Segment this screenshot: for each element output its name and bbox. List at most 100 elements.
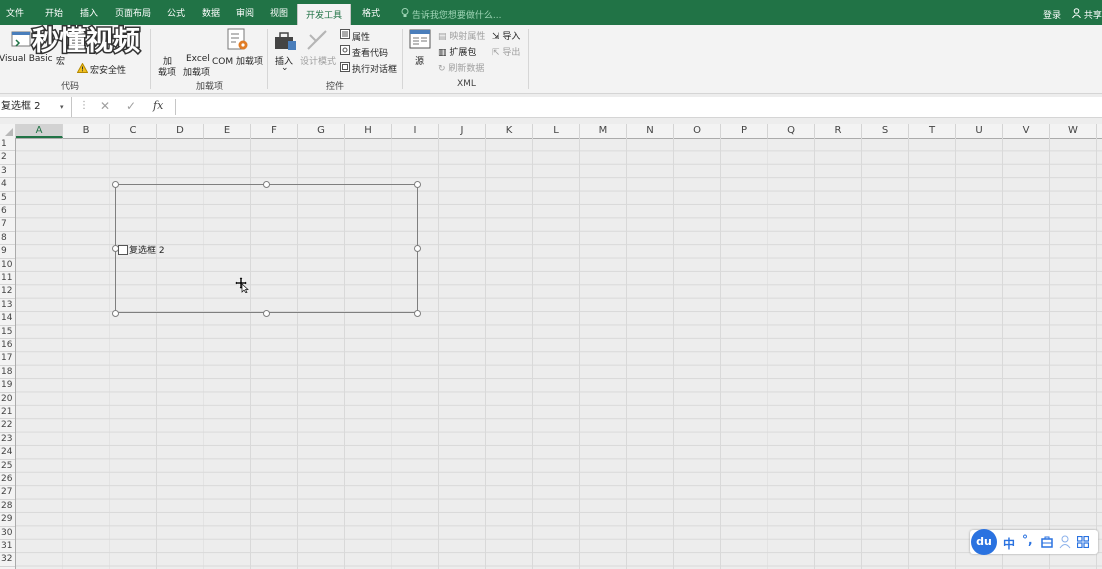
- com-addins-button[interactable]: COM 加载项: [212, 54, 263, 67]
- resize-handle-bottom-left[interactable]: [112, 310, 119, 317]
- tab-format[interactable]: 格式: [362, 0, 380, 25]
- column-header-o[interactable]: O: [674, 124, 721, 138]
- row-header-12[interactable]: 12: [0, 285, 15, 299]
- macro-security-button[interactable]: 宏安全性: [90, 63, 126, 76]
- row-header-9[interactable]: 9: [0, 245, 15, 259]
- com-addins-icon: [227, 28, 248, 50]
- column-header-w[interactable]: W: [1050, 124, 1097, 138]
- row-header-11[interactable]: 11: [0, 272, 15, 286]
- import-button[interactable]: ⇲ 导入: [492, 29, 520, 42]
- tab-view[interactable]: 视图: [270, 0, 288, 25]
- refresh-data-button[interactable]: ↻ 刷新数据: [438, 61, 484, 74]
- row-header-26[interactable]: 26: [0, 473, 15, 487]
- view-code-button[interactable]: 查看代码: [352, 46, 388, 59]
- row-header-1[interactable]: 1: [0, 138, 15, 152]
- ime-language-toggle[interactable]: 中: [1003, 535, 1015, 552]
- column-header-s[interactable]: S: [862, 124, 909, 138]
- row-header-23[interactable]: 23: [0, 433, 15, 447]
- column-header-b[interactable]: B: [63, 124, 110, 138]
- column-header-g[interactable]: G: [298, 124, 345, 138]
- share-button[interactable]: 共享: [1072, 8, 1102, 21]
- row-header-14[interactable]: 14: [0, 312, 15, 326]
- group-separator: [267, 29, 268, 89]
- export-button[interactable]: ⇱ 导出: [492, 45, 520, 58]
- row-header-15[interactable]: 15: [0, 326, 15, 339]
- tab-file[interactable]: 文件: [6, 0, 24, 25]
- row-header-18[interactable]: 18: [0, 366, 15, 380]
- excel-addins-button-line2[interactable]: 加载项: [183, 65, 210, 78]
- row-header-25[interactable]: 25: [0, 460, 15, 473]
- row-header-28[interactable]: 28: [0, 500, 15, 514]
- column-header-p[interactable]: P: [721, 124, 768, 138]
- name-box-dropdown-icon[interactable]: ▾: [60, 97, 64, 117]
- column-header-v[interactable]: V: [1003, 124, 1050, 138]
- design-mode-button[interactable]: 设计模式: [300, 54, 336, 67]
- column-header-q[interactable]: Q: [768, 124, 815, 138]
- column-header-k[interactable]: K: [486, 124, 533, 138]
- column-header-l[interactable]: L: [533, 124, 580, 138]
- row-header-2[interactable]: 2: [0, 151, 15, 165]
- map-properties-button[interactable]: ▤ 映射属性: [438, 29, 485, 42]
- enter-icon[interactable]: ✓: [126, 99, 136, 113]
- grid-menu-icon[interactable]: [1077, 536, 1089, 548]
- insert-function-button[interactable]: fx: [153, 99, 163, 112]
- row-header-19[interactable]: 19: [0, 379, 15, 393]
- row-header-24[interactable]: 24: [0, 446, 15, 460]
- row-header-7[interactable]: 7: [0, 218, 15, 232]
- row-header-31[interactable]: 31: [0, 540, 15, 554]
- select-all-corner[interactable]: [0, 124, 16, 138]
- row-header-6[interactable]: 6: [0, 205, 15, 219]
- row-header-13[interactable]: 13: [0, 299, 15, 313]
- checkbox[interactable]: [118, 245, 128, 255]
- column-header-e[interactable]: E: [204, 124, 251, 138]
- row-header-29[interactable]: 29: [0, 513, 15, 527]
- row-header-10[interactable]: 10: [0, 259, 15, 272]
- column-header-n[interactable]: N: [627, 124, 674, 138]
- column-header-h[interactable]: H: [345, 124, 392, 138]
- run-dialog-button[interactable]: 执行对话框: [352, 62, 397, 75]
- cancel-icon[interactable]: ✕: [100, 99, 110, 113]
- row-header-30[interactable]: 30: [0, 527, 15, 540]
- tab-review[interactable]: 审阅: [236, 0, 254, 25]
- addins-button-line2[interactable]: 载项: [158, 65, 176, 78]
- row-header-8[interactable]: 8: [0, 232, 15, 246]
- row-header-27[interactable]: 27: [0, 486, 15, 500]
- row-header-5[interactable]: 5: [0, 192, 15, 205]
- resize-handle-bottom[interactable]: [263, 310, 270, 317]
- resize-handle-top[interactable]: [263, 181, 270, 188]
- column-header-i[interactable]: I: [392, 124, 439, 138]
- column-header-u[interactable]: U: [956, 124, 1003, 138]
- toolbox-icon[interactable]: [1041, 536, 1053, 548]
- row-header-32[interactable]: 32: [0, 553, 15, 567]
- sign-in-link[interactable]: 登录: [1043, 8, 1061, 21]
- row-header-17[interactable]: 17: [0, 352, 15, 366]
- column-header-c[interactable]: C: [110, 124, 157, 138]
- column-header-d[interactable]: D: [157, 124, 204, 138]
- column-header-m[interactable]: M: [580, 124, 627, 138]
- punctuation-icon[interactable]: °,: [1022, 533, 1033, 547]
- column-header-a[interactable]: A: [16, 124, 63, 138]
- column-header-r[interactable]: R: [815, 124, 862, 138]
- formula-input[interactable]: [175, 99, 1101, 115]
- name-box[interactable]: 复选框 2 ▾: [0, 97, 72, 117]
- resize-handle-bottom-right[interactable]: [414, 310, 421, 317]
- resize-handle-top-right[interactable]: [414, 181, 421, 188]
- row-header-21[interactable]: 21: [0, 406, 15, 420]
- column-header-j[interactable]: J: [439, 124, 486, 138]
- resize-handle-right[interactable]: [414, 245, 421, 252]
- tab-developer[interactable]: 开发工具: [297, 4, 352, 25]
- tell-me-search[interactable]: 告诉我您想要做什么...: [401, 8, 501, 21]
- resize-handle-top-left[interactable]: [112, 181, 119, 188]
- xml-source-button[interactable]: 源: [415, 54, 424, 67]
- user-icon[interactable]: [1059, 535, 1071, 549]
- row-header-20[interactable]: 20: [0, 393, 15, 406]
- row-header-16[interactable]: 16: [0, 339, 15, 353]
- row-header-3[interactable]: 3: [0, 165, 15, 179]
- column-header-t[interactable]: T: [909, 124, 956, 138]
- row-header-4[interactable]: 4: [0, 178, 15, 192]
- column-header-f[interactable]: F: [251, 124, 298, 138]
- properties-button[interactable]: 属性: [352, 30, 370, 43]
- expansion-packs-button[interactable]: ▥ 扩展包: [438, 45, 476, 58]
- row-header-22[interactable]: 22: [0, 419, 15, 433]
- baidu-logo[interactable]: du: [971, 529, 997, 555]
